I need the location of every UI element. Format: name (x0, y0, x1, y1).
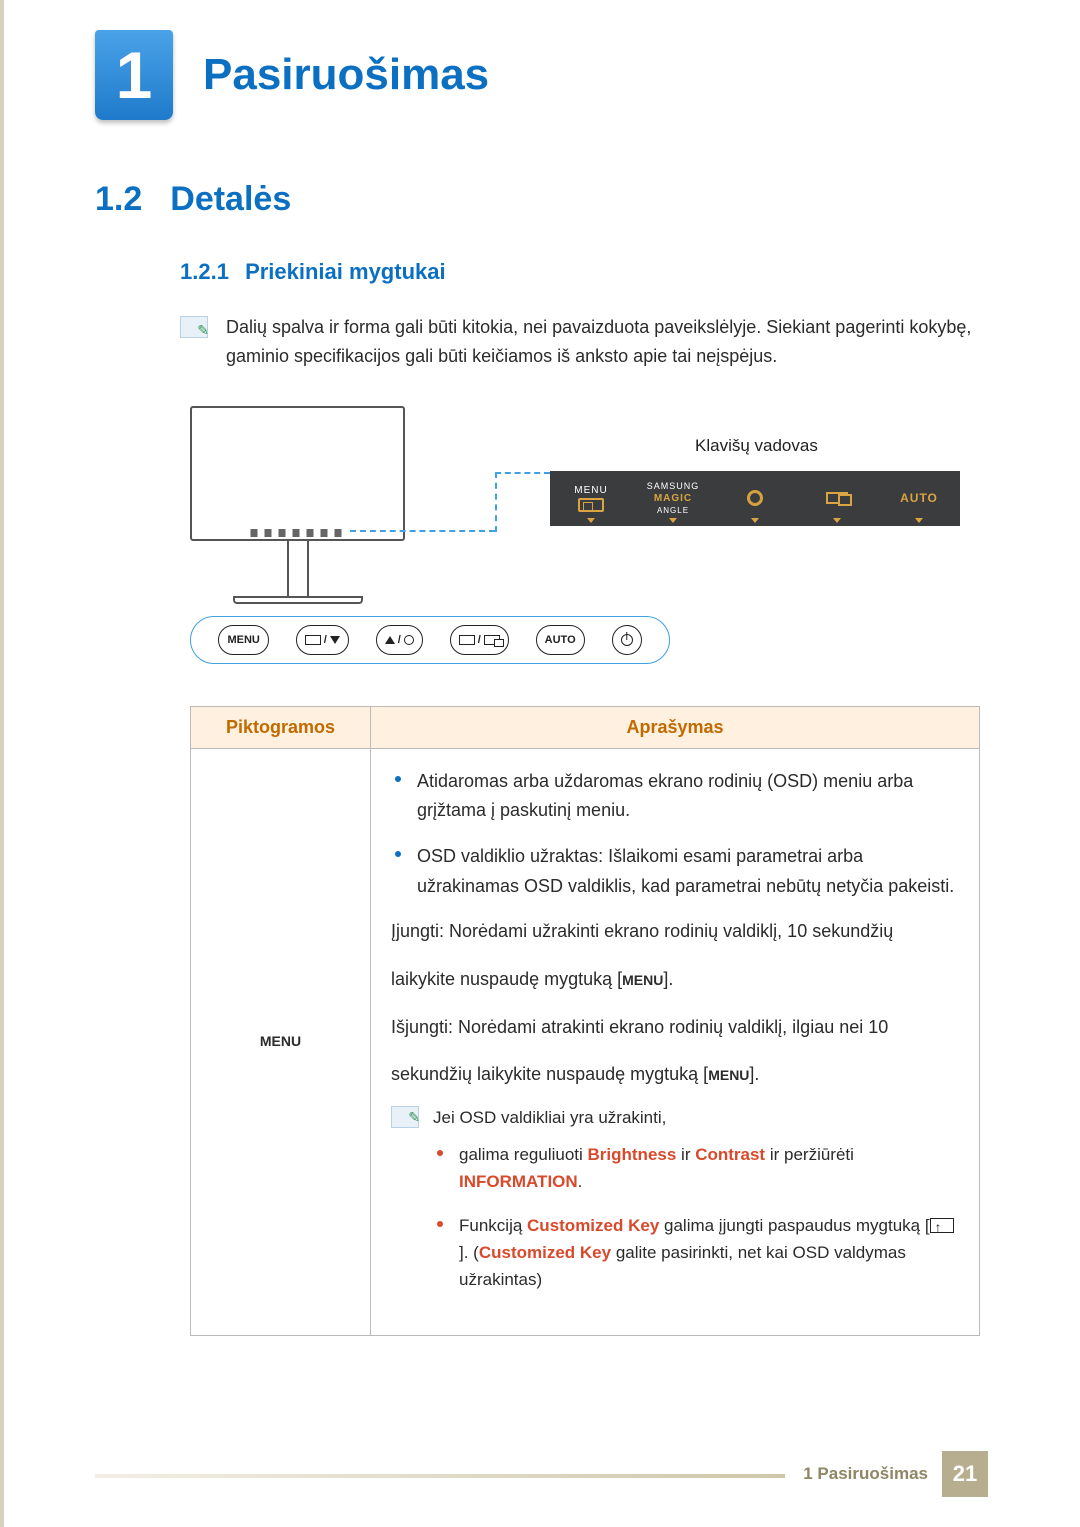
subnote-item-1: galima reguliuoti Brightness ir Contrast… (433, 1141, 959, 1195)
table-row: MENU Atidaromas arba uždaromas ekrano ro… (191, 748, 980, 1336)
osd-magic-label: MAGIC (654, 493, 692, 504)
intro-note: Dalių spalva ir forma gali būti kitokia,… (180, 313, 1000, 371)
s1-mid: ir (676, 1145, 695, 1164)
s1-pre: galima reguliuoti (459, 1145, 588, 1164)
power-button-icon (612, 625, 642, 655)
button-description-table: Piktogramos Aprašymas MENU Atidaromas ar… (190, 706, 980, 1337)
subsection-title: Priekiniai mygtukai (245, 259, 446, 284)
s2-mid: galima įjungti paspaudus mygtuką [ (659, 1216, 929, 1235)
subnote-item-2: Funkciją Customized Key galima įjungti p… (433, 1212, 959, 1294)
key-guide-label: Klavišų vadovas (695, 436, 818, 456)
intro-note-text: Dalių spalva ir forma gali būti kitokia,… (226, 313, 1000, 371)
section-title: Detalės (170, 180, 291, 219)
subnote-intro: Jei OSD valdikliai yra užrakinti, (433, 1104, 959, 1131)
p2b-pre: sekundžių laikykite nuspaudę mygtuką [ (391, 1064, 708, 1084)
section-number: 1.2 (95, 180, 142, 219)
subsection-heading: 1.2.1 Priekiniai mygtukai (180, 259, 1000, 285)
osd-samsung-label: SAMSUNG (647, 481, 700, 491)
s1-post: ir peržiūrėti (765, 1145, 854, 1164)
osd-brightness-cell (714, 471, 796, 526)
chapter-header: 1 Pasiruošimas (95, 30, 1000, 120)
contrast-term: Contrast (695, 1145, 765, 1164)
custom-down-button-icon: / (296, 625, 349, 655)
custom-key-inline-icon (930, 1218, 954, 1233)
menu-button-icon: MENU (218, 625, 268, 655)
menu-desc-b2: OSD valdiklio užraktas: Išlaikomi esami … (391, 842, 959, 901)
osd-source-cell (796, 471, 878, 526)
section-heading: 1.2 Detalės (95, 180, 1000, 219)
note-icon (180, 316, 208, 338)
menu-desc-p1a: Įjungti: Norėdami užrakinti ekrano rodin… (391, 917, 959, 947)
p1b-post: ]. (663, 969, 673, 989)
front-buttons-diagram: Klavišų vadovas MENU SAMSUNG MAGIC ANGLE (190, 406, 910, 666)
chapter-number-badge: 1 (95, 30, 173, 120)
brightness-osd-icon (747, 490, 763, 506)
col-desc-header: Aprašymas (371, 706, 980, 748)
s1-end: . (578, 1172, 583, 1191)
s2-post: ]. ( (459, 1243, 479, 1262)
menu-subnote: Jei OSD valdikliai yra užrakinti, galima… (391, 1104, 959, 1309)
menu-desc-p1b: laikykite nuspaudę mygtuką [MENU]. (391, 965, 959, 995)
osd-magic-cell: SAMSUNG MAGIC ANGLE (632, 471, 714, 526)
osd-auto-cell: AUTO (878, 471, 960, 526)
footer-page-number: 21 (942, 1451, 988, 1497)
p2b-post: ]. (749, 1064, 759, 1084)
osd-auto-label: AUTO (900, 491, 938, 505)
information-term: INFORMATION (459, 1172, 578, 1191)
osd-menu-cell: MENU (550, 471, 632, 526)
osd-menu-label: MENU (574, 485, 607, 496)
physical-button-row: MENU / / / AUTO (190, 616, 670, 664)
osd-button-strip: MENU SAMSUNG MAGIC ANGLE AUTO (550, 471, 960, 526)
menu-inline-icon: MENU (708, 1067, 749, 1083)
col-icons-header: Piktogramos (191, 706, 371, 748)
menu-desc-p2a: Išjungti: Norėdami atrakinti ekrano rodi… (391, 1013, 959, 1043)
source-enter-button-icon: / (450, 625, 509, 655)
auto-button-icon: AUTO (536, 625, 585, 655)
source-osd-icon (826, 492, 848, 504)
osd-angle-label: ANGLE (657, 506, 689, 515)
page-footer: 1 Pasiruošimas 21 (0, 1451, 1080, 1497)
menu-inline-icon: MENU (622, 972, 663, 988)
monitor-illustration (190, 406, 405, 604)
menu-desc-b1: Atidaromas arba uždaromas ekrano rodinių… (391, 767, 959, 826)
s2-pre: Funkciją (459, 1216, 527, 1235)
chapter-title: Pasiruošimas (203, 50, 489, 100)
up-bright-button-icon: / (376, 625, 423, 655)
menu-desc-p2b: sekundžių laikykite nuspaudę mygtuką [ME… (391, 1060, 959, 1090)
p1b-pre: laikykite nuspaudę mygtuką [ (391, 969, 622, 989)
brightness-term: Brightness (588, 1145, 677, 1164)
menu-icon-cell: MENU (191, 748, 371, 1336)
footer-breadcrumb: 1 Pasiruošimas (785, 1464, 928, 1484)
customized-key-term: Customized Key (527, 1216, 659, 1235)
customized-key-term: Customized Key (479, 1243, 611, 1262)
subsection-number: 1.2.1 (180, 259, 229, 284)
menu-desc-cell: Atidaromas arba uždaromas ekrano rodinių… (371, 748, 980, 1336)
menu-osd-icon (578, 498, 604, 512)
note-icon (391, 1106, 419, 1128)
